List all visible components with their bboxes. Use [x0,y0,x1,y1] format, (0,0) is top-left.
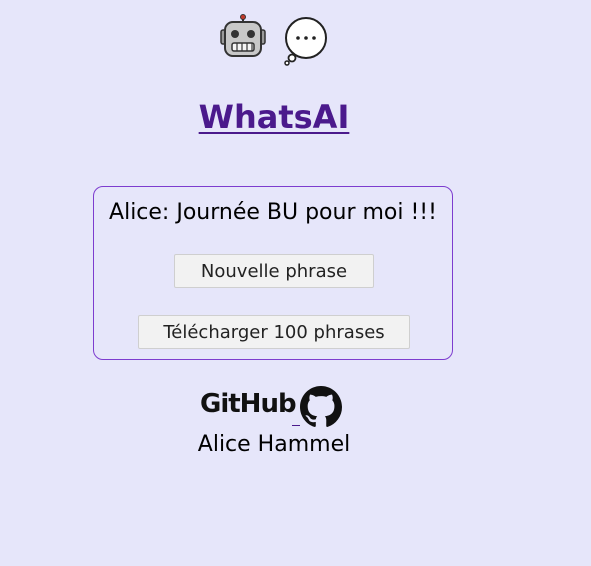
page: WhatsAI Alice: Journée BU pour moi !!! N… [0,0,591,566]
download-phrases-button[interactable]: Télécharger 100 phrases [138,315,410,349]
new-phrase-button[interactable]: Nouvelle phrase [174,254,374,288]
author-name: Alice Hammel [197,432,351,457]
app-title[interactable]: WhatsAI [0,98,548,136]
header-icons [220,14,330,66]
phrase-text: Alice: Journée BU pour moi !!! [109,200,437,225]
thought-bubble-icon [284,17,327,66]
robot-icon [220,14,266,57]
github-icon [300,386,342,427]
phrase-card: Alice: Journée BU pour moi !!! Nouvelle … [93,186,453,360]
github-link[interactable]: GitHub [200,385,345,429]
github-wordmark: GitHub [200,389,297,419]
link-underline [292,425,300,426]
